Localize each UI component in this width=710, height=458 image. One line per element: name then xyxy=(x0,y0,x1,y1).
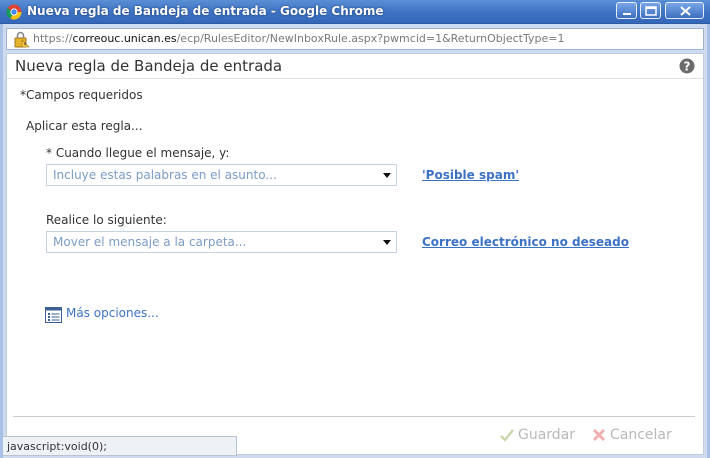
help-icon[interactable]: ? xyxy=(679,58,695,74)
required-fields-note: *Campos requeridos xyxy=(20,88,143,102)
save-button-label: Guardar xyxy=(518,427,576,443)
close-icon xyxy=(680,6,691,16)
page-header: Nueva regla de Bandeja de entrada ? xyxy=(7,54,703,79)
condition-value-link[interactable]: 'Posible spam' xyxy=(422,168,519,182)
minimize-button[interactable] xyxy=(616,2,637,19)
url-path: /ecp/RulesEditor/NewInboxRule.aspx?pwmci… xyxy=(176,32,565,45)
checkmark-icon xyxy=(500,429,514,442)
window-title: Nueva regla de Bandeja de entrada - Goog… xyxy=(27,4,384,18)
page-content: Nueva regla de Bandeja de entrada ? *Cam… xyxy=(6,53,704,455)
condition-select-value: Incluye estas palabras en el asunto... xyxy=(53,168,277,182)
close-window-button[interactable] xyxy=(665,2,704,19)
apply-rule-label: Aplicar esta regla... xyxy=(26,119,143,133)
footer-divider xyxy=(13,416,695,417)
url-host: correouc.unican.es xyxy=(72,32,177,45)
action-label: Realice lo siguiente: xyxy=(46,213,167,227)
maximize-icon xyxy=(645,6,657,16)
url-scheme: https:// xyxy=(33,32,73,45)
status-text: javascript:void(0); xyxy=(7,440,107,453)
chevron-down-icon xyxy=(383,240,391,245)
chevron-down-icon xyxy=(383,173,391,178)
action-select-value: Mover el mensaje a la carpeta... xyxy=(53,235,247,249)
condition-label: * Cuando llegue el mensaje, y: xyxy=(46,146,230,160)
window-titlebar: Nueva regla de Bandeja de entrada - Goog… xyxy=(0,0,710,24)
minimize-icon xyxy=(623,13,631,15)
x-icon xyxy=(592,428,606,442)
chrome-logo-icon xyxy=(6,4,22,20)
maximize-button[interactable] xyxy=(640,2,661,19)
action-value-link[interactable]: Correo electrónico no deseado xyxy=(422,235,629,249)
url-text[interactable]: https://correouc.unican.es/ecp/RulesEdit… xyxy=(33,32,564,45)
svg-text:?: ? xyxy=(684,60,691,74)
list-icon[interactable] xyxy=(45,307,62,323)
status-bubble: javascript:void(0); xyxy=(3,436,237,456)
action-select[interactable]: Mover el mensaje a la carpeta... xyxy=(46,231,397,253)
condition-select[interactable]: Incluye estas palabras en el asunto... xyxy=(46,164,397,186)
save-button[interactable]: Guardar xyxy=(499,426,579,446)
address-bar[interactable]: https://correouc.unican.es/ecp/RulesEdit… xyxy=(6,28,704,50)
lock-warning-icon[interactable] xyxy=(12,31,30,48)
more-options-link[interactable]: Más opciones... xyxy=(66,306,159,320)
cancel-button[interactable]: Cancelar xyxy=(591,426,675,446)
page-title: Nueva regla de Bandeja de entrada xyxy=(15,57,283,75)
cancel-button-label: Cancelar xyxy=(610,427,672,443)
